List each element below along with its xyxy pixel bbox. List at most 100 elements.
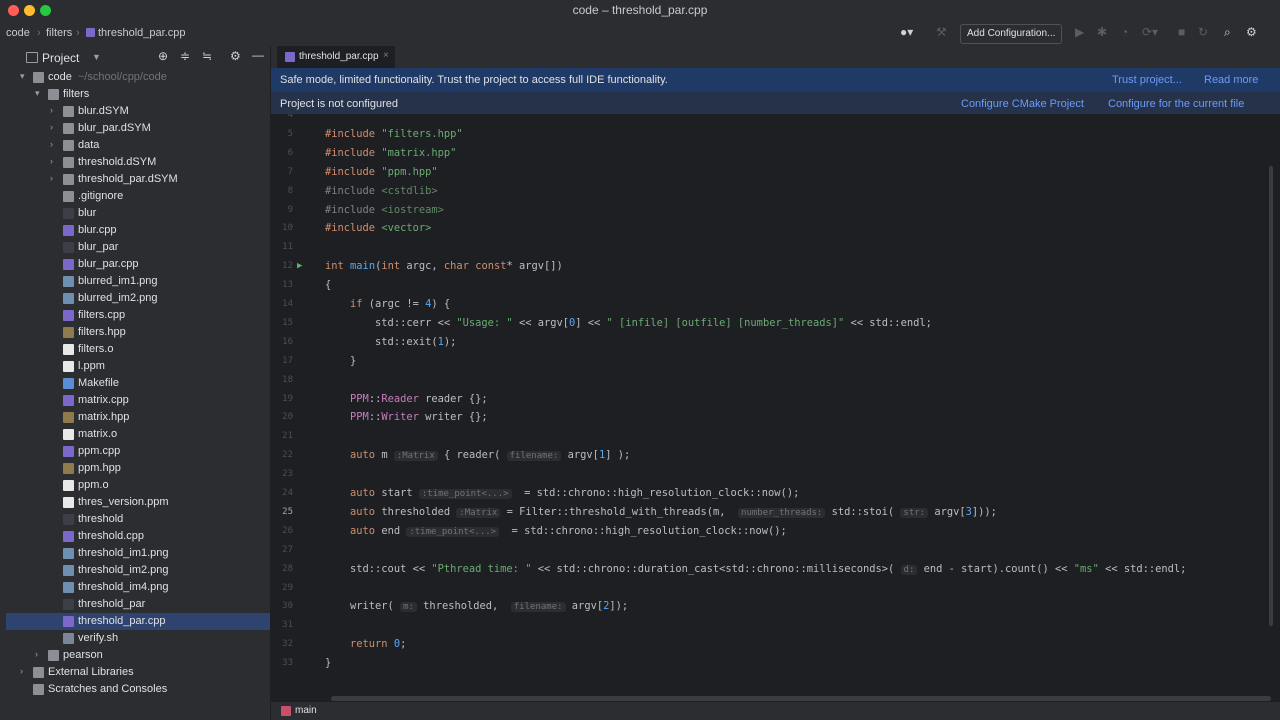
tree-item[interactable]: blurred_im1.png [6,273,270,290]
read-more-link[interactable]: Read more [1204,74,1258,86]
code-line[interactable]: 31 [271,618,1280,637]
code-line[interactable]: 17 } [271,354,1280,373]
collapse-all-icon[interactable]: ≒ [202,49,212,63]
code-line[interactable]: 20 PPM::Writer writer {}; [271,410,1280,429]
tree-item[interactable]: thres_version.ppm [6,494,270,511]
add-configuration-button[interactable]: Add Configuration... [960,24,1063,44]
close-tab-icon[interactable]: × [383,50,389,61]
tree-item[interactable]: ppm.o [6,477,270,494]
chevron-right-icon[interactable]: › [50,173,53,183]
tree-item[interactable]: matrix.o [6,426,270,443]
tree-item[interactable]: › data [6,137,270,154]
settings-gear-icon[interactable]: ⚙ [1246,25,1257,39]
code-line[interactable]: 33} [271,656,1280,675]
tree-item[interactable]: ▾ filters [6,86,270,103]
tree-item[interactable]: blurred_im2.png [6,290,270,307]
tree-item[interactable]: › pearson [6,647,270,664]
run-gutter-icon[interactable]: ▶ [297,261,302,271]
code-line[interactable]: 26 auto end :time_point<...> = std::chro… [271,524,1280,543]
reload-icon[interactable]: ↻ [1198,25,1208,39]
chevron-down-icon[interactable]: ▼ [92,52,101,62]
chevron-down-icon[interactable]: ▾ [35,88,40,99]
code-line[interactable]: 29 [271,581,1280,600]
breadcrumb-code[interactable]: code [6,27,30,39]
chevron-right-icon[interactable]: › [35,649,38,659]
tree-item[interactable]: ▾ code ~/school/cpp/code [6,69,270,86]
code-line[interactable]: 4 [271,114,1280,127]
tree-item[interactable]: .gitignore [6,188,270,205]
configure-current-file-link[interactable]: Configure for the current file [1108,98,1244,110]
tree-item[interactable]: threshold_im4.png [6,579,270,596]
code-editor[interactable]: 4 5 #include "filters.hpp" 6 #include "matri… [271,114,1280,694]
tree-item[interactable]: blur.cpp [6,222,270,239]
code-line[interactable]: 15 std::cerr << "Usage: " << argv[0] << … [271,316,1280,335]
code-line[interactable]: 19 PPM::Reader reader {}; [271,392,1280,411]
code-line[interactable]: 32 return 0; [271,637,1280,656]
code-line[interactable]: 21 [271,429,1280,448]
code-line[interactable]: 25 auto thresholded :Matrix = Filter::th… [271,505,1280,524]
code-line[interactable]: 9 #include <iostream> [271,203,1280,222]
build-hammer-icon[interactable]: ⚒ [936,25,947,39]
code-line[interactable]: 10 #include <vector> [271,221,1280,240]
tree-item[interactable]: threshold_par.cpp [6,613,270,630]
tree-item[interactable]: filters.cpp [6,307,270,324]
code-line[interactable]: 7 #include "ppm.hpp" [271,165,1280,184]
run-icon[interactable]: ▶ [1075,25,1084,39]
tree-item[interactable]: threshold_im2.png [6,562,270,579]
code-line[interactable]: 6 #include "matrix.hpp" [271,146,1280,165]
tree-item[interactable]: Scratches and Consoles [6,681,270,698]
chevron-right-icon[interactable]: › [50,139,53,149]
tree-item[interactable]: threshold [6,511,270,528]
tree-item[interactable]: › blur_par.dSYM [6,120,270,137]
code-line[interactable]: 8 #include <cstdlib> [271,184,1280,203]
tree-item[interactable]: threshold.cpp [6,528,270,545]
tree-item[interactable]: filters.hpp [6,324,270,341]
tree-item[interactable]: blur [6,205,270,222]
code-line[interactable]: 30 writer( m: thresholded, filename: arg… [271,599,1280,618]
tree-item[interactable]: filters.o [6,341,270,358]
code-line[interactable]: 23 [271,467,1280,486]
chevron-right-icon[interactable]: › [20,666,23,676]
git-branch[interactable]: main [295,705,317,716]
code-line[interactable]: 13 { [271,278,1280,297]
code-line[interactable]: 14 if (argc != 4) { [271,297,1280,316]
code-line[interactable]: 18 [271,373,1280,392]
code-line[interactable]: 24 auto start :time_point<...> = std::ch… [271,486,1280,505]
hide-panel-icon[interactable]: — [252,48,264,62]
tree-item[interactable]: › External Libraries [6,664,270,681]
tree-item[interactable]: › threshold_par.dSYM [6,171,270,188]
debug-icon[interactable]: ✱ [1097,25,1107,39]
breadcrumb-file[interactable]: threshold_par.cpp [86,27,185,39]
tree-item[interactable]: l.ppm [6,358,270,375]
vertical-scrollbar[interactable] [1269,166,1273,626]
coverage-icon[interactable]: ⟳▾ [1142,25,1158,39]
tree-item[interactable]: blur_par.cpp [6,256,270,273]
chevron-right-icon[interactable]: › [50,122,53,132]
code-line[interactable]: 16 std::exit(1); [271,335,1280,354]
tree-item[interactable]: › blur.dSYM [6,103,270,120]
code-line[interactable]: 11 [271,240,1280,259]
trust-project-link[interactable]: Trust project... [1112,74,1182,86]
tree-item[interactable]: › threshold.dSYM [6,154,270,171]
expand-all-icon[interactable]: ≑ [180,49,190,63]
code-line[interactable]: 28 std::cout << "Pthread time: " << std:… [271,562,1280,581]
tab-threshold-par-cpp[interactable]: threshold_par.cpp × [277,46,395,70]
tree-item[interactable]: blur_par [6,239,270,256]
tree-item[interactable]: Makefile [6,375,270,392]
stop-icon[interactable]: ■ [1178,25,1185,39]
horizontal-scrollbar[interactable] [331,696,1271,701]
breadcrumb-filters[interactable]: filters [46,27,72,39]
options-gear-icon[interactable]: ⚙ [230,49,241,63]
chevron-right-icon[interactable]: › [50,105,53,115]
code-line[interactable]: 12 ▶ int main(int argc, char const* argv[]… [271,259,1280,278]
tree-item[interactable]: matrix.hpp [6,409,270,426]
code-line[interactable]: 27 [271,543,1280,562]
chevron-right-icon[interactable]: › [50,156,53,166]
tree-item[interactable]: threshold_par [6,596,270,613]
code-line[interactable]: 5 #include "filters.hpp" [271,127,1280,146]
tree-item[interactable]: matrix.cpp [6,392,270,409]
tree-item[interactable]: verify.sh [6,630,270,647]
tree-item[interactable]: threshold_im1.png [6,545,270,562]
code-line[interactable]: 22 auto m :Matrix { reader( filename: ar… [271,448,1280,467]
account-icon[interactable]: ●▾ [900,25,913,39]
